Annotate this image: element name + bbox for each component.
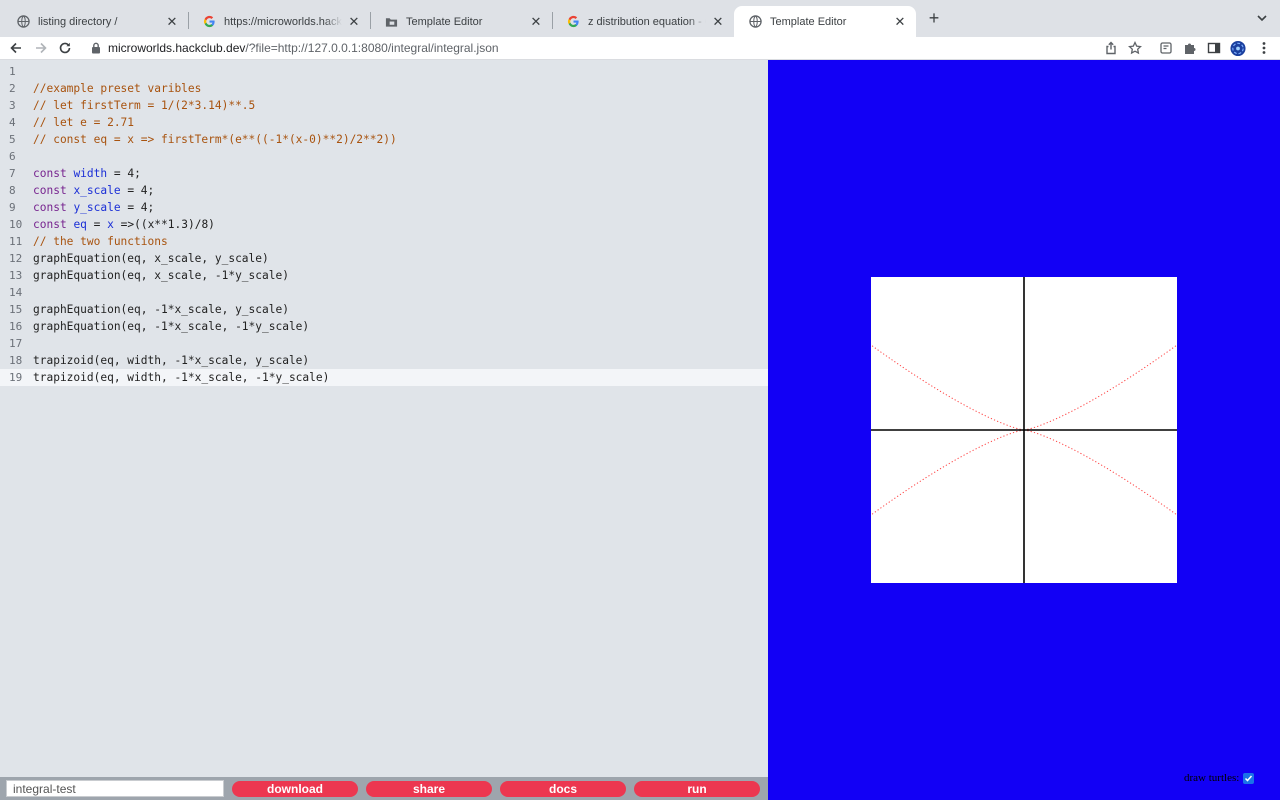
docs-button[interactable]: docs: [500, 781, 626, 797]
code-line[interactable]: const x_scale = 4;: [30, 182, 768, 199]
code-line[interactable]: [30, 284, 768, 301]
bottom-toolbar: download share docs run: [0, 777, 768, 800]
line-number: 9: [9, 201, 16, 214]
line-number: 11: [9, 235, 23, 248]
more-vert-icon[interactable]: [1256, 40, 1272, 56]
code-line[interactable]: trapizoid(eq, width, -1*x_scale, y_scale…: [30, 352, 768, 369]
code-line[interactable]: graphEquation(eq, x_scale, y_scale): [30, 250, 768, 267]
code-line[interactable]: const eq = x =>((x**1.3)/8): [30, 216, 768, 233]
address-bar[interactable]: microworlds.hackclub.dev/?file=http://12…: [108, 40, 499, 57]
url-path: /?file=http://127.0.0.1:8080/integral/in…: [245, 41, 499, 55]
project-name-input[interactable]: [6, 780, 224, 797]
line-number: 7: [9, 167, 16, 180]
line-number: 6: [9, 150, 16, 163]
draw-turtles-checkbox[interactable]: [1243, 772, 1255, 784]
tab-title: Template Editor: [406, 15, 483, 28]
line-number: 16: [9, 320, 23, 333]
extension-page-icon[interactable]: [1158, 40, 1174, 56]
close-icon[interactable]: ✕: [164, 14, 180, 30]
tab-microworlds-url[interactable]: https://microworlds.hackclub.dev ✕: [188, 6, 370, 37]
code-line[interactable]: // const eq = x => firstTerm*(e**((-1*(x…: [30, 131, 768, 148]
tab-template-editor[interactable]: Template Editor ✕: [370, 6, 552, 37]
tab-strip: listing directory / ✕ https://microworld…: [0, 0, 1280, 37]
turtle-canvas-pane: draw turtles:: [768, 60, 1280, 800]
share-icon[interactable]: [1103, 40, 1119, 56]
code-line[interactable]: // the two functions: [30, 233, 768, 250]
line-number: 18: [9, 354, 23, 367]
line-number: 2: [9, 82, 16, 95]
line-number-gutter: 1 2 3 4 5 6 7 8 9 10 11 12 13 14 15 16 17 18 19: [0, 63, 30, 386]
url-host: microworlds.hackclub.dev: [108, 41, 246, 55]
reload-icon[interactable]: [57, 40, 73, 56]
line-number: 4: [9, 116, 16, 129]
avatar[interactable]: [1230, 40, 1246, 56]
close-icon[interactable]: ✕: [346, 14, 362, 30]
back-icon[interactable]: [8, 40, 24, 56]
star-icon[interactable]: [1127, 40, 1143, 56]
new-tab-button[interactable]: +: [925, 9, 943, 27]
google-icon: [566, 15, 580, 29]
puzzle-icon[interactable]: [1182, 40, 1198, 56]
code-line[interactable]: //example preset varibles: [30, 80, 768, 97]
code-line[interactable]: graphEquation(eq, -1*x_scale, -1*y_scale…: [30, 318, 768, 335]
tab-title: https://microworlds.hackclub.dev: [224, 15, 342, 28]
globe-icon: [748, 15, 762, 29]
browser-toolbar: microworlds.hackclub.dev/?file=http://12…: [0, 37, 1280, 60]
code-line[interactable]: graphEquation(eq, -1*x_scale, y_scale): [30, 301, 768, 318]
code-line[interactable]: trapizoid(eq, width, -1*x_scale, -1*y_sc…: [30, 369, 768, 386]
line-number: 17: [9, 337, 23, 350]
line-number: 19: [0, 369, 30, 386]
tab-title: listing directory /: [38, 15, 118, 28]
run-button[interactable]: run: [634, 781, 760, 797]
download-button[interactable]: download: [232, 781, 358, 797]
share-button[interactable]: share: [366, 781, 492, 797]
line-number: 3: [9, 99, 16, 112]
line-number: 1: [9, 65, 16, 78]
line-number: 5: [9, 133, 16, 146]
code-line[interactable]: graphEquation(eq, x_scale, -1*y_scale): [30, 267, 768, 284]
code-line[interactable]: const y_scale = 4;: [30, 199, 768, 216]
tab-listing-directory[interactable]: listing directory / ✕: [2, 6, 188, 37]
tab-title: z distribution equation - Google Search: [588, 15, 706, 28]
tab-title: Template Editor: [770, 15, 847, 28]
code-editor[interactable]: 1 2 3 4 5 6 7 8 9 10 11 12 13 14 15 16 17 18 19 //example …: [0, 60, 768, 777]
line-number: 15: [9, 303, 23, 316]
code-line[interactable]: // let e = 2.71: [30, 114, 768, 131]
code-line[interactable]: [30, 63, 768, 80]
tab-template-editor-active[interactable]: Template Editor ✕: [734, 6, 916, 37]
line-number: 12: [9, 252, 23, 265]
code-line[interactable]: const width = 4;: [30, 165, 768, 182]
close-icon[interactable]: ✕: [710, 14, 726, 30]
tab-google-search[interactable]: z distribution equation - Google Search …: [552, 6, 734, 37]
code-content[interactable]: //example preset varibles// let firstTer…: [30, 63, 768, 386]
close-icon[interactable]: ✕: [528, 14, 544, 30]
line-number: 8: [9, 184, 16, 197]
line-number: 14: [9, 286, 23, 299]
forward-icon[interactable]: [33, 40, 49, 56]
folder-icon: [384, 15, 398, 29]
line-number: 13: [9, 269, 23, 282]
draw-turtles-toggle[interactable]: draw turtles:: [1184, 771, 1255, 785]
code-line[interactable]: [30, 148, 768, 165]
code-line[interactable]: [30, 335, 768, 352]
lock-icon[interactable]: [88, 40, 104, 56]
turtle-canvas[interactable]: [871, 277, 1177, 583]
chevron-down-icon[interactable]: [1255, 11, 1269, 25]
sidebar-icon[interactable]: [1206, 40, 1222, 56]
draw-turtles-label: draw turtles:: [1184, 772, 1240, 784]
close-icon[interactable]: ✕: [892, 14, 908, 30]
line-number: 10: [9, 218, 23, 231]
globe-icon: [16, 15, 30, 29]
code-line[interactable]: // let firstTerm = 1/(2*3.14)**.5: [30, 97, 768, 114]
google-icon: [202, 15, 216, 29]
